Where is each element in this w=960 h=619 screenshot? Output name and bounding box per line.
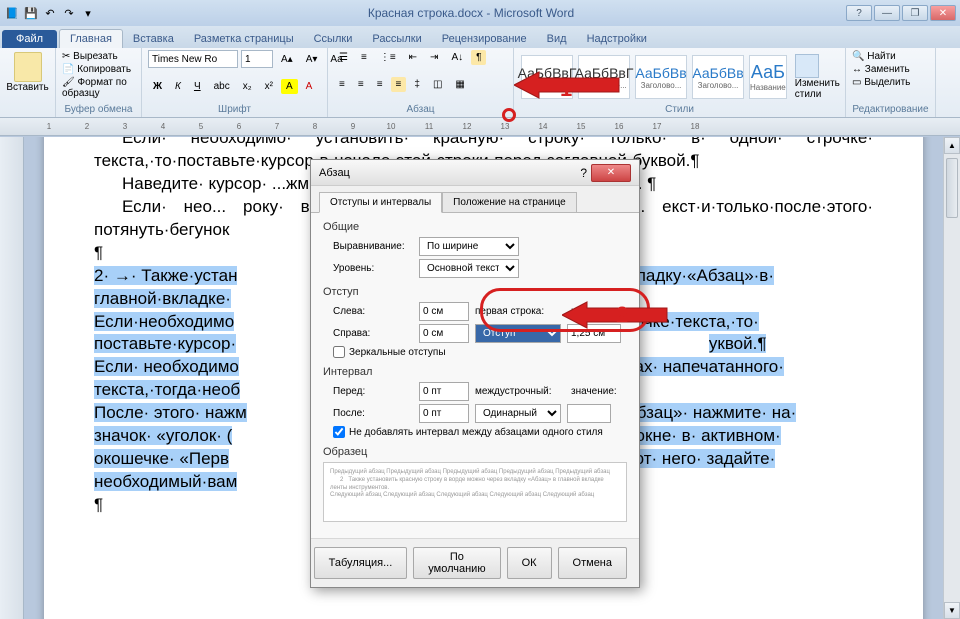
indent-right-label: Справа: bbox=[333, 328, 413, 339]
dialog-tab-indents[interactable]: Отступы и интервалы bbox=[319, 192, 442, 213]
section-general-title: Общие bbox=[323, 221, 627, 233]
annotation-number-2: 2 bbox=[616, 302, 628, 328]
mirror-indents-checkbox[interactable]: Зеркальные отступы bbox=[323, 346, 627, 358]
no-same-spacing-checkbox[interactable]: Не добавлять интервал между абзацами одн… bbox=[323, 426, 627, 438]
indent-left-label: Слева: bbox=[333, 306, 413, 317]
indent-right-spin[interactable]: 0 см bbox=[419, 324, 469, 343]
align-select[interactable]: По ширине bbox=[419, 237, 519, 256]
dialog-title: Абзац bbox=[319, 167, 580, 179]
line-spacing-select[interactable]: Одинарный bbox=[475, 404, 561, 423]
dialog-tabs: Отступы и интервалы Положение на страниц… bbox=[311, 186, 639, 213]
section-general: Общие Выравнивание: По ширине Уровень: О… bbox=[323, 221, 627, 278]
section-spacing-title: Интервал bbox=[323, 366, 627, 378]
indent-left-spin[interactable]: 0 см bbox=[419, 302, 469, 321]
cancel-button[interactable]: Отмена bbox=[558, 547, 627, 579]
preview-title: Образец bbox=[323, 446, 627, 458]
dialog-body: Общие Выравнивание: По ширине Уровень: О… bbox=[311, 212, 639, 538]
section-spacing: Интервал Перед: 0 пт междустрочный: знач… bbox=[323, 366, 627, 438]
dialog-buttons: Табуляция... По умолчанию ОК Отмена bbox=[311, 538, 639, 587]
level-label: Уровень: bbox=[333, 263, 413, 274]
preview-box: Предыдущий абзац Предыдущий абзац Предыд… bbox=[323, 462, 627, 522]
line-spacing-label: междустрочный: bbox=[475, 386, 565, 397]
dialog-close-button[interactable]: ✕ bbox=[591, 164, 631, 182]
dialog-titlebar[interactable]: Абзац ? ✕ bbox=[311, 160, 639, 186]
default-button[interactable]: По умолчанию bbox=[413, 547, 500, 579]
section-preview: Образец Предыдущий абзац Предыдущий абза… bbox=[323, 446, 627, 522]
level-select[interactable]: Основной текст bbox=[419, 259, 519, 278]
ok-button[interactable]: ОК bbox=[507, 547, 552, 579]
annotation-number-1: 1 bbox=[560, 76, 572, 102]
space-after-label: После: bbox=[333, 408, 413, 419]
dialog-help-icon[interactable]: ? bbox=[580, 166, 587, 180]
space-after-spin[interactable]: 0 пт bbox=[419, 404, 469, 423]
tabstops-button[interactable]: Табуляция... bbox=[314, 547, 408, 579]
space-before-spin[interactable]: 0 пт bbox=[419, 382, 469, 401]
dialog-tab-position[interactable]: Положение на странице bbox=[442, 192, 576, 213]
paragraph-dialog: Абзац ? ✕ Отступы и интервалы Положение … bbox=[310, 159, 640, 588]
space-before-label: Перед: bbox=[333, 386, 413, 397]
line-spacing-value-spin[interactable] bbox=[567, 404, 611, 423]
align-label: Выравнивание: bbox=[333, 241, 413, 252]
value-label: значение: bbox=[571, 386, 615, 397]
